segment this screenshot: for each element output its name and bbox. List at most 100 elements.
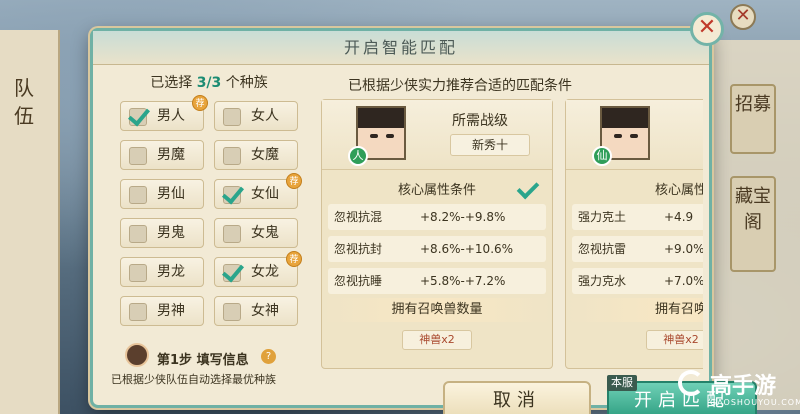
race-option[interactable]: 男人荐	[120, 95, 208, 131]
help-icon[interactable]: ?	[261, 349, 276, 364]
core-attr-header: 核心属性条件	[322, 176, 552, 204]
recommend-badge: 荐	[286, 173, 302, 189]
recommend-title: 已根据少侠实力推荐合适的匹配条件	[348, 78, 572, 94]
race-label: 男仙	[157, 186, 185, 202]
checkbox-icon[interactable]	[223, 225, 241, 243]
server-tag: 本服	[607, 375, 637, 391]
race-option[interactable]: 男龙	[120, 257, 204, 287]
attr-list[interactable]: 强力克土 +4.9 忽视抗雷 +9.0% 强力克水 +7.0%	[566, 204, 703, 294]
pet-count-value: 神兽x2	[402, 330, 472, 350]
recommend-cards[interactable]: 人 所需战级 新秀十 核心属性条件 忽视抗混 +8.2%-+9.8% 忽视抗封 +8.6%-+…	[321, 99, 703, 369]
card-header: 人 所需战级 新秀十	[322, 100, 552, 170]
race-label: 女龙	[251, 264, 279, 280]
race-option[interactable]: 男魔	[120, 140, 204, 170]
attr-name: 忽视抗雷	[578, 242, 627, 256]
checkbox-icon[interactable]	[129, 264, 147, 282]
selected-suffix: 个种族	[225, 75, 268, 91]
race-option[interactable]: 女魔	[214, 140, 298, 170]
checkbox-icon[interactable]	[223, 303, 241, 321]
step-title: 第1步 填写信息	[157, 353, 249, 368]
step-description: 已根据少侠队伍自动选择最优种族	[111, 373, 276, 386]
attr-value: +7.0%	[664, 274, 703, 288]
race-option[interactable]: 男仙	[120, 179, 204, 209]
race-grid: 男人荐女人 男魔 女魔 男仙 女仙荐男鬼 女鬼 男龙 女龙荐男神 女神	[120, 95, 305, 326]
race-label: 男鬼	[157, 225, 185, 241]
attr-row: 忽视抗睡 +5.8%-+7.2%	[328, 268, 546, 294]
checkbox-checked-icon[interactable]	[223, 264, 241, 282]
attr-value: +8.2%-+9.8%	[420, 210, 506, 224]
bg-team-panel: 队伍	[0, 30, 60, 414]
checkbox-checked-icon[interactable]	[223, 186, 241, 204]
checkbox-icon[interactable]	[129, 303, 147, 321]
attr-row: 忽视抗雷 +9.0%	[572, 236, 703, 262]
race-label: 女鬼	[251, 225, 279, 241]
checkbox-icon[interactable]	[129, 147, 147, 165]
race-label: 女仙	[251, 186, 279, 202]
bg-team-tab[interactable]: 队伍	[14, 74, 36, 130]
dialog-title: 开启智能匹配	[93, 31, 709, 65]
attr-name: 忽视抗封	[334, 242, 383, 256]
recommend-badge: 荐	[192, 95, 208, 111]
checkbox-icon[interactable]	[129, 186, 147, 204]
selected-prefix: 已选择	[150, 75, 193, 91]
bg-close-icon[interactable]: ✕	[730, 4, 756, 30]
recommend-card: 仙核心属性强力克土 +4.9 忽视抗雷 +9.0% 强力克水 +7.0% 拥有召唤神兽x2	[565, 99, 703, 369]
race-option[interactable]: 女龙荐	[214, 251, 302, 287]
close-icon[interactable]: ✕	[690, 12, 724, 46]
attr-row: 强力克土 +4.9	[572, 204, 703, 230]
race-label: 女神	[251, 303, 279, 319]
race-option[interactable]: 女仙荐	[214, 173, 302, 209]
race-option[interactable]: 女人	[214, 101, 298, 131]
required-level-label: 所需战级	[452, 113, 508, 129]
watermark-sub: GAOSHOUYOU.COM	[710, 398, 800, 407]
race-label: 女人	[251, 108, 279, 124]
pet-count-label: 拥有召唤	[566, 298, 703, 322]
required-level-value: 新秀十	[450, 134, 530, 156]
attr-name: 强力克土	[578, 210, 627, 224]
check-icon	[516, 176, 540, 200]
attr-value: +9.0%	[664, 242, 703, 256]
attr-row: 忽视抗封 +8.6%-+10.6%	[328, 236, 546, 262]
card-header: 仙	[566, 100, 703, 170]
treasure-pavilion-button[interactable]: 藏宝阁	[730, 176, 776, 272]
attr-value: +8.6%-+10.6%	[420, 242, 514, 256]
selected-count-value: 3/3	[196, 75, 222, 91]
checkbox-checked-icon[interactable]	[129, 108, 147, 126]
race-label: 男人	[157, 108, 185, 124]
race-option[interactable]: 女鬼	[214, 218, 298, 248]
attr-name: 忽视抗混	[334, 210, 383, 224]
attr-list[interactable]: 忽视抗混 +8.2%-+9.8% 忽视抗封 +8.6%-+10.6% 忽视抗睡 +5.8%…	[322, 204, 552, 294]
bg-right-panel: 招募 藏宝阁	[704, 40, 800, 410]
core-attr-label: 核心属性条件	[397, 183, 476, 198]
race-label: 女魔	[251, 147, 279, 163]
selected-count: 已选择 3/3 个种族	[113, 73, 305, 93]
core-attr-label: 核心属性	[654, 183, 703, 198]
checkbox-icon[interactable]	[129, 225, 147, 243]
watermark-logo-icon	[678, 370, 704, 396]
recruit-button[interactable]: 招募	[730, 84, 776, 154]
race-badge: 仙	[592, 146, 612, 166]
smart-match-dialog: 开启智能匹配 已选择 3/3 个种族 男人荐女人 男魔 女魔 男仙 女仙荐男鬼 女鬼 男龙女…	[90, 28, 757, 414]
cancel-button[interactable]: 取消	[443, 381, 591, 414]
race-option[interactable]: 男鬼	[120, 218, 204, 248]
checkbox-icon[interactable]	[223, 108, 241, 126]
watermark-text: 高手游	[710, 374, 777, 399]
recommend-badge: 荐	[286, 251, 302, 267]
attr-name: 忽视抗睡	[334, 274, 383, 288]
race-selection-panel: 已选择 3/3 个种族 男人荐女人 男魔 女魔 男仙 女仙荐男鬼 女鬼 男龙 女龙荐男神 女神	[113, 73, 305, 326]
core-attr-header: 核心属性	[566, 178, 703, 204]
race-option[interactable]: 女神	[214, 296, 298, 326]
race-label: 男神	[157, 303, 185, 319]
checkbox-icon[interactable]	[223, 147, 241, 165]
attr-value: +5.8%-+7.2%	[420, 274, 506, 288]
helper-avatar	[125, 343, 149, 367]
attr-value: +4.9	[664, 210, 694, 224]
attr-name: 强力克水	[578, 274, 627, 288]
race-option[interactable]: 男神	[120, 296, 204, 326]
race-label: 男魔	[157, 147, 185, 163]
pet-count-label: 拥有召唤兽数量	[322, 298, 552, 322]
watermark: 高手游 GAOSHOUYOU.COM	[676, 366, 800, 414]
pet-count-value: 神兽x2	[646, 330, 703, 350]
attr-row: 忽视抗混 +8.2%-+9.8%	[328, 204, 546, 230]
race-label: 男龙	[157, 264, 185, 280]
